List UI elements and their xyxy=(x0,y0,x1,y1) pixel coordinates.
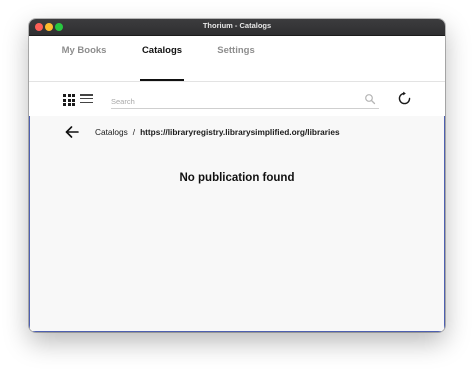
list-view-icon[interactable] xyxy=(80,94,93,106)
tab-my-books[interactable]: My Books xyxy=(60,36,108,81)
tab-label: Catalogs xyxy=(141,45,183,56)
tab-settings[interactable]: Settings xyxy=(216,36,256,81)
main-tabs: My Books Catalogs Settings xyxy=(29,36,445,82)
tab-label: Settings xyxy=(217,45,255,56)
breadcrumb-separator: / xyxy=(132,127,136,137)
empty-state-message: No publication found xyxy=(179,172,295,184)
refresh-icon[interactable] xyxy=(397,91,412,106)
breadcrumb-current: https://libraryregistry.librarysimplifie… xyxy=(140,127,340,137)
app-window: Thorium - Catalogs My Books Catalogs Set… xyxy=(29,19,445,332)
search-box xyxy=(111,91,379,110)
grid-view-icon[interactable] xyxy=(63,94,75,106)
search-icon[interactable] xyxy=(364,93,376,105)
breadcrumb-root[interactable]: Catalogs xyxy=(95,127,128,137)
back-arrow-icon[interactable] xyxy=(65,125,79,139)
catalog-content: Catalogs / https://libraryregistry.library… xyxy=(29,116,445,332)
breadcrumb: Catalogs / https://libraryregistry.library… xyxy=(95,127,340,137)
toolbar xyxy=(29,82,445,116)
window-title: Thorium - Catalogs xyxy=(202,21,272,30)
search-input[interactable] xyxy=(111,93,351,110)
tab-catalogs[interactable]: Catalogs xyxy=(140,36,184,81)
tab-label: My Books xyxy=(61,45,107,56)
title-bar: Thorium - Catalogs xyxy=(29,19,445,36)
